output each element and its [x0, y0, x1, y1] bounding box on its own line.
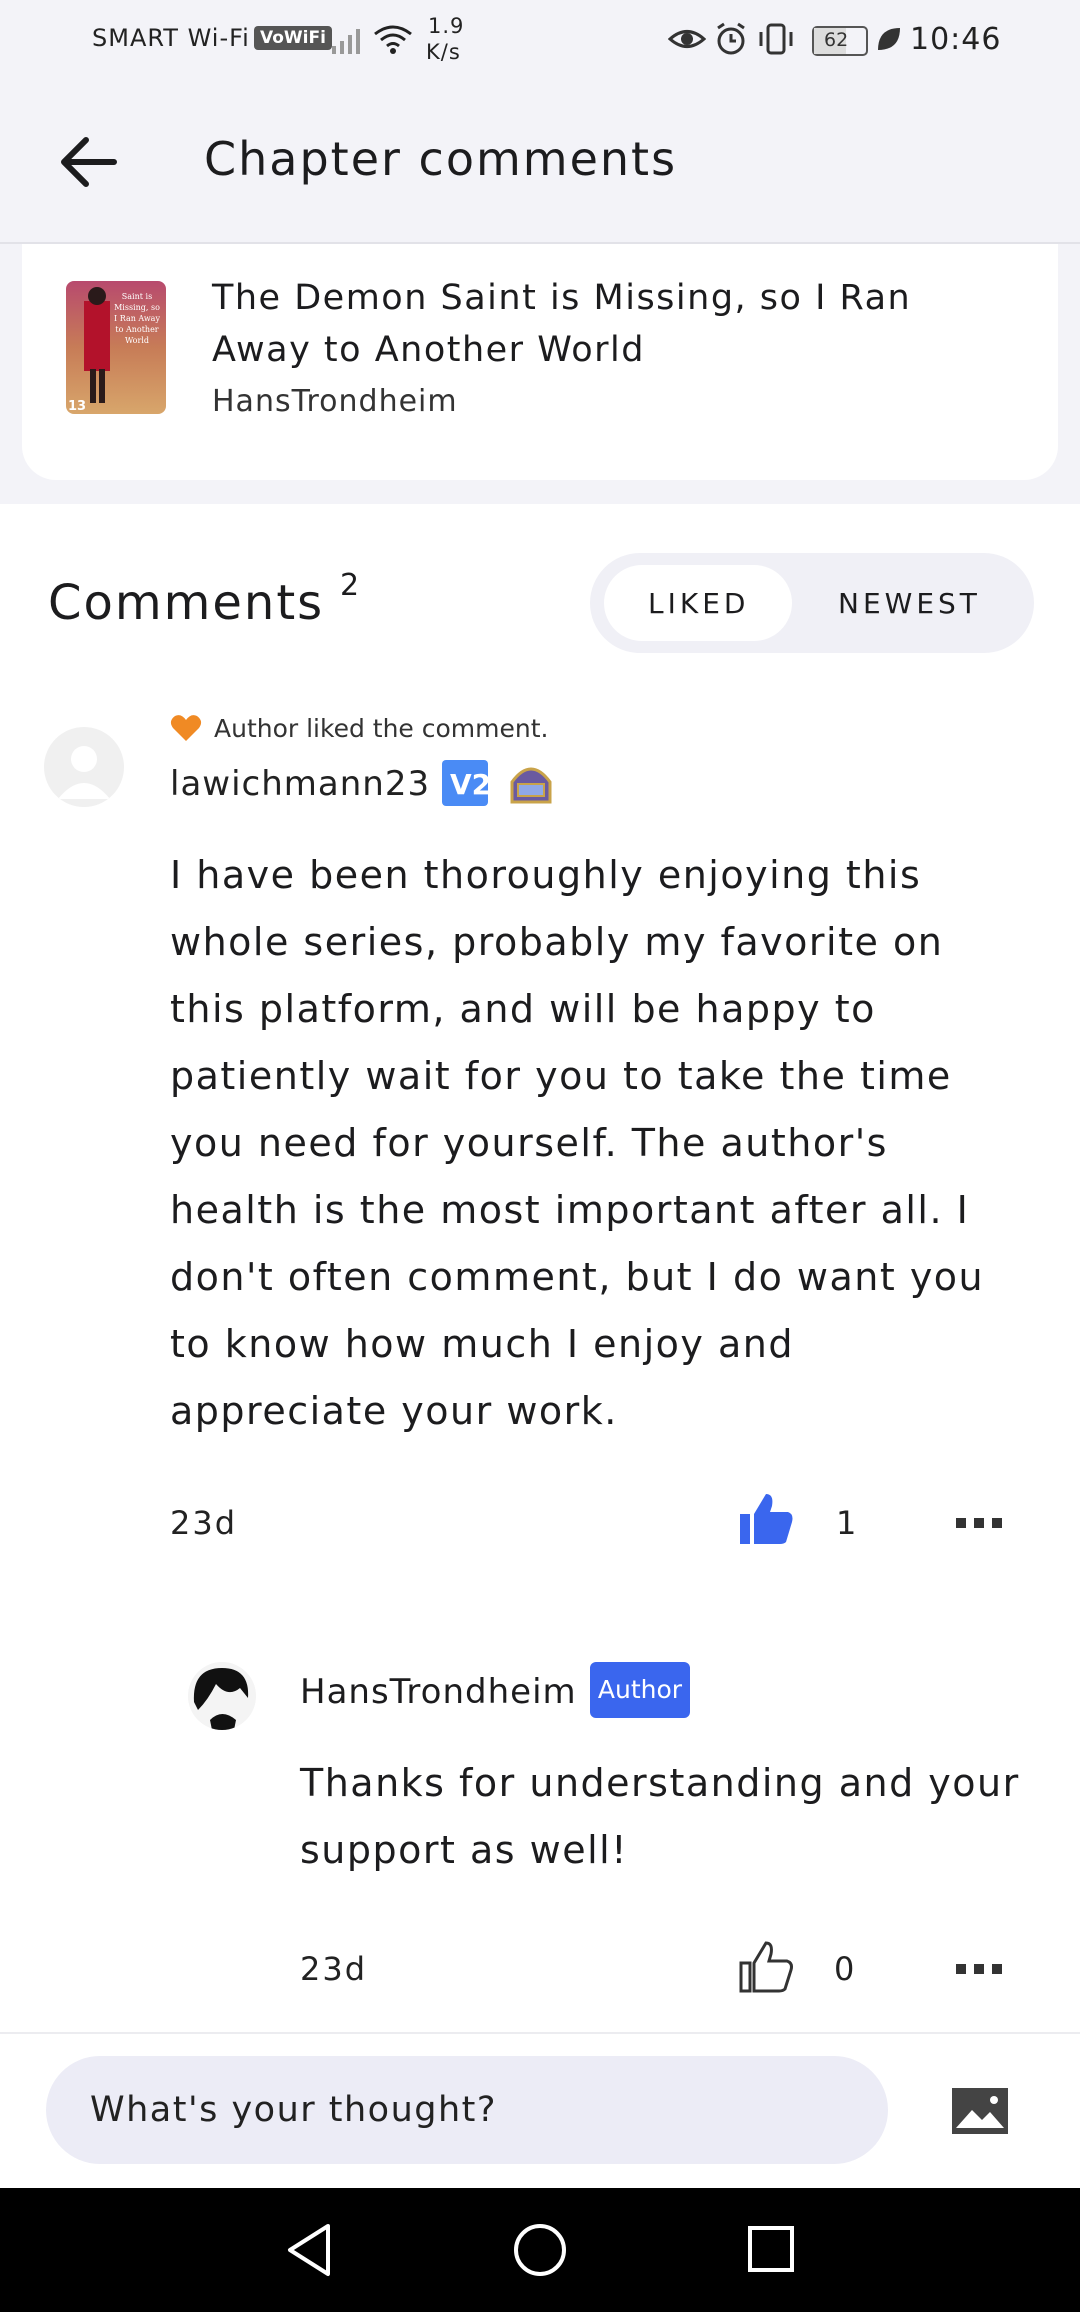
image-icon[interactable] [952, 2088, 1008, 2134]
v2-badge-icon: V2 [442, 760, 491, 806]
nav-back-icon[interactable] [284, 2222, 334, 2278]
carrier-label: SMART Wi-Fi [92, 24, 250, 52]
comment-age: 23d [170, 1504, 238, 1542]
speed-unit: K/s [426, 40, 461, 64]
vowifi-badge: VoWiFi [254, 26, 332, 50]
reply-avatar[interactable] [188, 1662, 256, 1730]
comment-input-placeholder[interactable]: What's your thought? [90, 2090, 497, 2130]
reply-username[interactable]: HansTrondheim [300, 1672, 577, 1712]
like-count: 1 [836, 1504, 859, 1542]
system-nav-bar [0, 2188, 1080, 2312]
author-liked-note: Author liked the comment. [214, 714, 549, 743]
comment-username[interactable]: lawichmann23 [170, 764, 430, 804]
battery-icon: 62 [812, 26, 868, 56]
comments-heading: Comments [48, 575, 325, 631]
sort-newest-tab[interactable]: NEWEST [838, 587, 981, 620]
nav-recents-icon[interactable] [746, 2224, 796, 2274]
reply-body: Thanks for understanding and your suppor… [300, 1761, 1020, 1872]
more-icon[interactable] [954, 1516, 1004, 1530]
reply-like-count: 0 [834, 1950, 857, 1988]
signal-icon [332, 29, 360, 54]
back-arrow-icon[interactable] [58, 134, 118, 190]
alarm-icon [717, 22, 745, 55]
book-title[interactable]: The Demon Saint is Missing, so I Ran Awa… [212, 272, 1012, 376]
sort-liked-tab[interactable]: LIKED [648, 587, 749, 620]
eye-icon [668, 30, 706, 48]
default-avatar-icon [58, 746, 110, 799]
page-title: Chapter comments [204, 132, 678, 186]
reply-age: 23d [300, 1950, 368, 1988]
avatar[interactable] [44, 727, 124, 807]
leaf-icon [878, 28, 900, 50]
thumbs-up-outline-icon[interactable] [738, 1940, 794, 1994]
clock: 10:46 [910, 22, 1002, 57]
speed-value: 1.9 [428, 14, 465, 38]
svg-text:V2: V2 [450, 768, 488, 801]
comments-count: 2 [340, 568, 360, 603]
reply-more-icon[interactable] [954, 1962, 1004, 1976]
vibrate-icon [759, 23, 793, 55]
thumbs-up-icon[interactable] [738, 1492, 794, 1546]
wifi-icon [374, 25, 412, 54]
nav-home-icon[interactable] [512, 2222, 568, 2278]
status-bar: SMART Wi-Fi VoWiFi 1.9 K/s 62 10:46 [0, 0, 1080, 82]
achievement-badge-icon [508, 760, 554, 806]
heart-icon [170, 715, 202, 741]
book-author[interactable]: HansTrondheim [212, 384, 458, 419]
comment-body: I have been thoroughly enjoying this who… [170, 853, 985, 1433]
book-cover[interactable]: Saint is Missing, so I Ran Away to Anoth… [66, 281, 166, 414]
author-badge: Author [590, 1662, 690, 1718]
